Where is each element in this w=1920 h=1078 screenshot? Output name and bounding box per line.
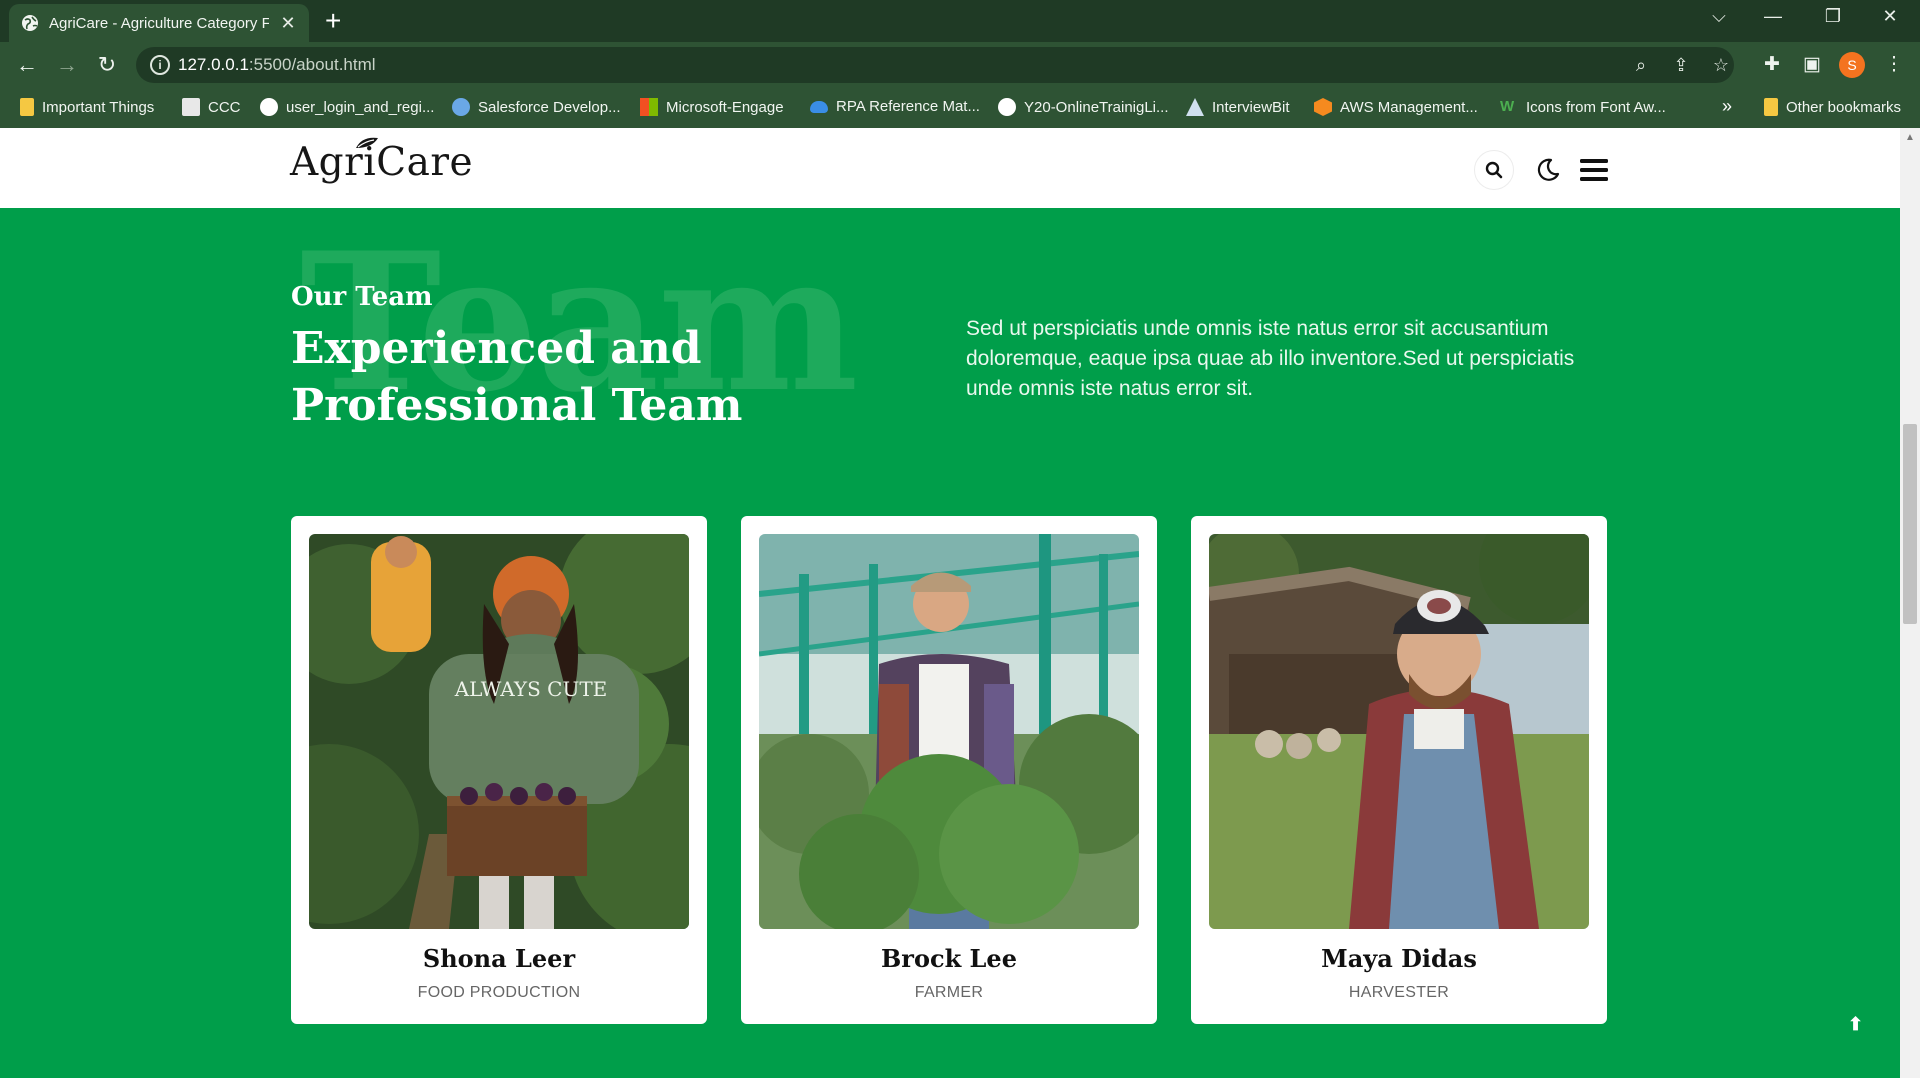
team-card[interactable]: ALWAYS CUTE Shona Leer FOOD PRODUCTION — [291, 516, 707, 1024]
tab-close-icon[interactable]: ✕ — [279, 13, 297, 34]
bookmark-label: user_login_and_regi... — [286, 98, 435, 116]
page-icon — [182, 98, 200, 116]
minimize-button[interactable]: — — [1758, 6, 1788, 27]
url-host: 127.0.0.1 — [178, 55, 249, 74]
bookmark-label: Y20-OnlineTrainigLi... — [1024, 98, 1169, 116]
close-window-button[interactable]: ✕ — [1875, 6, 1905, 27]
team-member-name: Brock Lee — [881, 944, 1017, 973]
arrow-up-icon: ⬆ — [1848, 1014, 1864, 1034]
team-member-role: FOOD PRODUCTION — [417, 984, 581, 1001]
side-panel-icon[interactable]: ▣ — [1800, 53, 1824, 77]
bookmark-label: Microsoft-Engage — [666, 98, 784, 116]
interviewbit-icon — [1186, 98, 1204, 116]
bookmark-item[interactable]: Important Things — [20, 98, 154, 116]
share-icon[interactable]: ⇪ — [1670, 54, 1692, 76]
other-bookmarks[interactable]: Other bookmarks — [1764, 98, 1901, 116]
team-member-role: HARVESTER — [1348, 984, 1450, 1001]
bookmarks-bar: Important Things CCC user_login_and_regi… — [0, 88, 1920, 128]
bookmark-item[interactable]: W Icons from Font Aw... — [1500, 98, 1666, 116]
globe-icon — [22, 15, 38, 31]
aws-icon — [1314, 98, 1332, 116]
bookmark-item[interactable]: InterviewBit — [1186, 98, 1290, 116]
browser-tab-bar: AgriCare - Agriculture Category F ✕ + ⌵ … — [0, 0, 1920, 42]
team-card[interactable]: Brock Lee FARMER — [741, 516, 1157, 1024]
bookmark-label: Icons from Font Aw... — [1526, 98, 1666, 116]
dark-mode-toggle[interactable] — [1528, 150, 1568, 190]
zoom-icon[interactable]: ⌕ — [1630, 54, 1652, 76]
browser-menu-icon[interactable]: ⋮ — [1882, 53, 1906, 77]
bookmark-label: RPA Reference Mat... — [836, 98, 980, 115]
team-member-photo — [1209, 534, 1589, 929]
browser-toolbar: ← → ↻ i 127.0.0.1:5500/about.html ⌕ ⇪ ☆ … — [0, 42, 1920, 88]
address-bar[interactable]: i 127.0.0.1:5500/about.html ⌕ ⇪ ☆ — [136, 47, 1734, 83]
section-eyebrow: Our Team — [291, 282, 433, 312]
tab-title: AgriCare - Agriculture Category F — [49, 14, 269, 32]
page-viewport: AgriCare Team Our Team Experienced and P… — [0, 128, 1900, 1078]
bookmark-label: Salesforce Develop... — [478, 98, 621, 116]
site-header: AgriCare — [0, 128, 1900, 208]
scroll-up-arrow-icon[interactable]: ▲ — [1905, 132, 1915, 143]
back-button[interactable]: ← — [12, 50, 42, 80]
github-icon — [260, 98, 278, 116]
bookmark-item[interactable]: CCC — [182, 98, 241, 116]
team-member-photo — [759, 534, 1139, 929]
bookmark-label: AWS Management... — [1340, 98, 1478, 116]
reload-button[interactable]: ↻ — [92, 50, 122, 80]
leaf-icon — [356, 137, 378, 148]
url-path: :5500/about.html — [248, 55, 376, 74]
bookmark-label: Important Things — [42, 98, 155, 116]
search-icon — [1485, 161, 1503, 179]
team-member-photo: ALWAYS CUTE — [309, 534, 689, 929]
bookmark-item[interactable]: AWS Management... — [1314, 98, 1478, 116]
bookmark-label: Other bookmarks — [1786, 98, 1902, 116]
page-scrollbar[interactable]: ▲ — [1900, 128, 1920, 1078]
moon-icon — [1537, 158, 1560, 181]
bookmark-item[interactable]: Y20-OnlineTrainigLi... — [998, 98, 1169, 116]
microsoft-icon — [640, 98, 658, 116]
scrollbar-thumb[interactable] — [1903, 424, 1917, 624]
section-intro: Sed ut perspiciatis unde omnis iste natu… — [966, 317, 1575, 400]
bookmark-item[interactable]: Salesforce Develop... — [452, 98, 621, 116]
menu-button[interactable] — [1574, 150, 1614, 190]
team-member-role: FARMER — [914, 984, 984, 1001]
hamburger-icon — [1580, 159, 1608, 181]
folder-icon — [1764, 98, 1778, 116]
forward-button[interactable]: → — [52, 50, 82, 80]
url-text: 127.0.0.1:5500/about.html — [178, 55, 376, 75]
browser-tab[interactable]: AgriCare - Agriculture Category F ✕ — [9, 4, 309, 42]
team-member-name: Shona Leer — [422, 944, 576, 973]
bookmark-item[interactable]: RPA Reference Mat... — [810, 98, 980, 115]
team-section: Team Our Team Experienced and Profession… — [0, 208, 1900, 1078]
search-button[interactable] — [1474, 150, 1514, 190]
profile-avatar[interactable]: S — [1839, 52, 1865, 78]
folder-icon — [20, 98, 34, 116]
bookmark-item[interactable]: user_login_and_regi... — [260, 98, 434, 116]
salesforce-icon — [452, 98, 470, 116]
restore-button[interactable]: ❐ — [1818, 6, 1848, 27]
cloud-icon — [810, 100, 828, 113]
fontawesome-icon: W — [1500, 98, 1515, 115]
extensions-icon[interactable]: ✚ — [1760, 53, 1784, 77]
new-tab-button[interactable]: + — [325, 6, 341, 36]
team-member-name: Maya Didas — [1321, 944, 1477, 973]
tab-search-chevron-icon[interactable]: ⌵ — [1704, 6, 1734, 27]
logo-text: AgriCare — [290, 140, 474, 185]
section-heading: Experienced and Professional Team — [291, 323, 743, 431]
site-logo[interactable]: AgriCare — [290, 137, 474, 185]
bookmark-star-icon[interactable]: ☆ — [1710, 54, 1732, 76]
bookmark-item[interactable]: Microsoft-Engage — [640, 98, 784, 116]
shirt-print: ALWAYS CUTE — [454, 677, 608, 701]
bookmark-label: InterviewBit — [1212, 98, 1290, 116]
site-info-icon[interactable]: i — [150, 55, 170, 75]
bookmark-label: CCC — [208, 98, 241, 116]
more-bookmarks-button[interactable]: » — [1722, 96, 1732, 117]
globe-icon — [998, 98, 1016, 116]
team-card[interactable]: Maya Didas HARVESTER — [1191, 516, 1607, 1024]
scroll-to-top-button[interactable]: ⬆ — [1848, 1014, 1863, 1035]
